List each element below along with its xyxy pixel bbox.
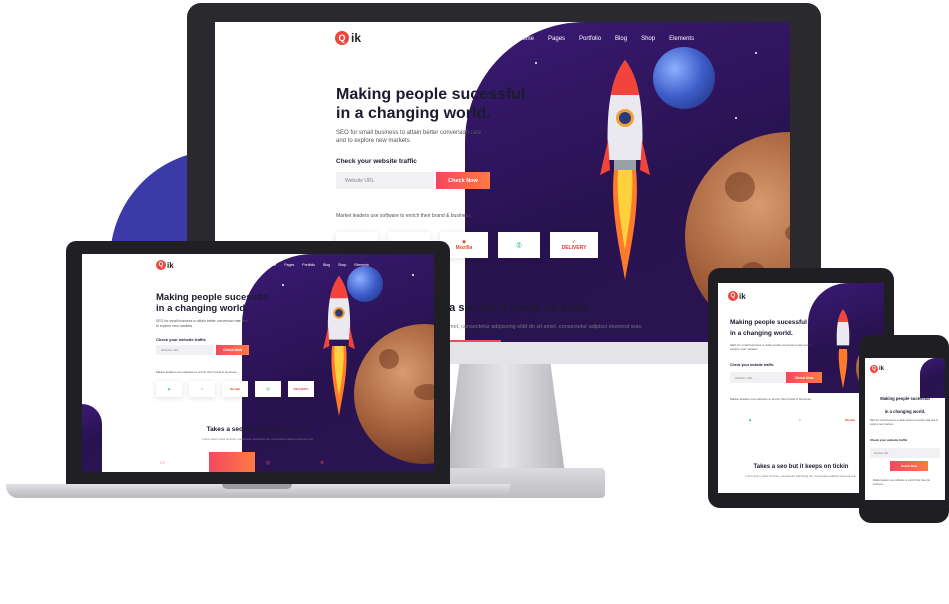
nav-pages[interactable]: Pages <box>548 36 565 42</box>
nav-blog[interactable]: Blog <box>615 36 627 42</box>
check-traffic-label: Check your website traffic <box>336 158 417 165</box>
phone-screen: Q ik Making people sucessful in a changin… <box>865 358 945 500</box>
url-input[interactable]: Website URL <box>336 172 434 189</box>
phone-logo[interactable]: Q ik <box>870 365 884 373</box>
phone-subtext: SEO for small business to attain better … <box>870 419 939 426</box>
laptop-notch <box>222 484 292 489</box>
laptop-feature-card-active[interactable] <box>209 452 255 472</box>
tablet-subtext: SEO for small business to attain better … <box>730 343 812 352</box>
laptop-brands: ◉ ≈ Mozilla Ⓩ DELIVERY <box>156 381 314 397</box>
tablet-market-text: Market leaders use software to enrich th… <box>730 397 812 401</box>
brand-delivery: ➶ DELIVERY <box>550 232 598 258</box>
nav-elements[interactable]: Elements <box>669 36 694 42</box>
hero-subtext: SEO for small business to attain better … <box>336 130 482 145</box>
logo-mark: Q <box>335 31 349 45</box>
tablet-brands: ◉ ≈ Mozilla <box>730 409 870 431</box>
phone-headline: Making people sucessful in a changing wor… <box>880 396 930 415</box>
card-accent <box>446 340 501 342</box>
laptop-feature-icon-3: ◎ <box>266 460 271 466</box>
hero-headline: Making people sucessful in a changing wor… <box>336 86 526 123</box>
moon <box>653 47 715 109</box>
nav-home[interactable]: Home <box>518 36 534 42</box>
monitor-stand <box>445 364 565 474</box>
tablet-logo[interactable]: Q ik <box>728 291 746 301</box>
check-now-button[interactable]: Check Now <box>436 172 490 189</box>
tablet-check-button[interactable]: Check Now <box>786 372 822 383</box>
laptop-feature-icon-4: ≋ <box>320 460 325 466</box>
phone-market-text: Market leaders use software to enrich th… <box>873 479 930 486</box>
section-text: amet, consectetur adipiscing elitd do si… <box>446 324 643 330</box>
laptop-nav: Home Pages Portfolio Blog Shop Elements <box>267 263 369 267</box>
laptop-market-text: Market leaders use software to enrich th… <box>156 370 238 374</box>
laptop-subtext: SEO for small business to attain better … <box>156 319 248 328</box>
rocket-illustration <box>600 60 650 280</box>
laptop-rocket <box>323 276 355 416</box>
tablet-headline: Making people sucessful in a changing wor… <box>730 319 807 338</box>
laptop-check-button[interactable]: Check Now <box>216 345 249 355</box>
laptop-feature-icon-1: ▭ <box>160 460 165 466</box>
tablet-check-label: Check your website traffic <box>730 363 774 367</box>
phone-check-label: Check your website traffic <box>870 438 908 442</box>
laptop-section-text: Lorem ipsum dolor sit amet, consectetur … <box>202 437 314 441</box>
laptop-screen: Q ik Home Pages Portfolio Blog Shop Element… <box>82 254 434 472</box>
brand-z: Ⓩ <box>498 232 540 258</box>
logo-text: ik <box>351 31 362 45</box>
section-title: s a seo but it keeps on tickin <box>440 302 590 314</box>
market-text: Market leaders use software to enrich th… <box>336 213 472 219</box>
laptop-logo[interactable]: Q ik <box>156 260 174 270</box>
laptop-headline: Making people sucessful in a changing wor… <box>156 292 269 315</box>
logo[interactable]: Q ik <box>335 31 361 45</box>
phone-url-input[interactable]: Website URL <box>870 448 940 458</box>
tablet-rocket <box>836 309 850 389</box>
tablet-section-text: Lorem ipsum dolor sit amet, consectetur … <box>745 474 857 478</box>
laptop-url-input[interactable]: Website URL <box>156 345 214 355</box>
nav-portfolio[interactable]: Portfolio <box>579 36 601 42</box>
laptop-section-title: Takes a seo but it keeps on tickin <box>206 426 310 433</box>
main-nav: Home Pages Portfolio Blog Shop Elements <box>518 36 694 42</box>
tablet-url-input[interactable]: Website URL <box>730 372 786 383</box>
phone-check-button[interactable]: Check Now <box>890 461 928 471</box>
laptop-check-label: Check your website traffic <box>156 337 206 342</box>
nav-shop[interactable]: Shop <box>641 36 655 42</box>
